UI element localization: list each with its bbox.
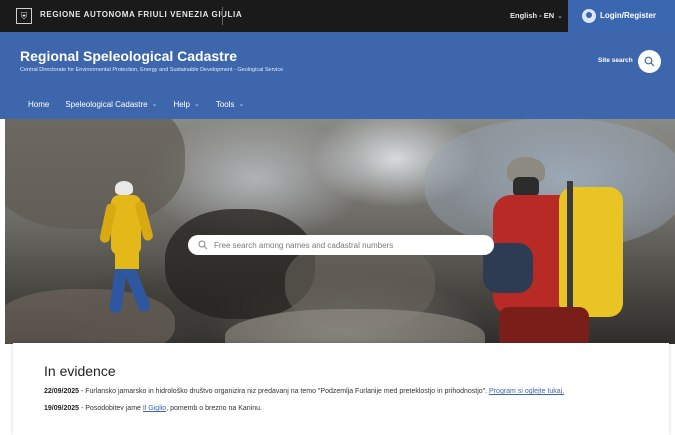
login-label: Login/Register — [600, 11, 657, 20]
news-link[interactable]: Program si oglejte tukaj. — [489, 388, 564, 395]
user-icon — [582, 9, 596, 23]
chevron-down-icon: ⌄ — [557, 13, 564, 20]
language-selector[interactable]: English - EN ⌄ — [510, 11, 563, 20]
news-link[interactable]: Il Giglio — [143, 405, 166, 412]
chevron-down-icon: ⌄ — [238, 101, 245, 108]
site-title[interactable]: Regional Speleological Cadastre — [20, 48, 237, 64]
chevron-down-icon: ⌄ — [151, 101, 158, 108]
login-register-button[interactable]: Login/Register — [568, 0, 675, 32]
hero-cave-image — [5, 119, 675, 344]
caver-figure-left — [98, 181, 165, 331]
hero-search-input[interactable] — [214, 235, 484, 255]
nav-label: Tools — [215, 99, 235, 109]
chevron-down-icon: ⌄ — [193, 101, 200, 108]
news-date: 19/09/2025 — [44, 405, 80, 412]
site-subtitle: Central Directorate for Environmental Pr… — [20, 67, 284, 73]
news-item: 19/09/2025 - Posodobitev jame Il Giglio,… — [44, 405, 262, 412]
news-text: - Furlansko jamarsko in hidrološko društ… — [79, 388, 490, 395]
language-label: English - EN — [510, 11, 555, 20]
nav-label: Help — [173, 99, 190, 109]
nav-label: Speleological Cadastre — [65, 99, 148, 109]
nav-item-home[interactable]: Home — [28, 98, 49, 110]
divider — [222, 7, 223, 25]
section-title: In evidence — [44, 363, 116, 379]
news-text: - Posodobitev jame — [79, 405, 143, 412]
top-bar: ⛨ REGIONE AUTONOMA FRIULI VENEZIA GIULIA… — [0, 0, 675, 32]
caver-figure-right — [483, 157, 665, 344]
main-nav: Home Speleological Cadastre ⌄ Help ⌄ Tools… — [28, 98, 260, 110]
news-text-after: , pomemb o brezno na Kaninu. — [166, 405, 262, 412]
nav-item-tools[interactable]: Tools ⌄ — [216, 98, 245, 110]
in-evidence-card: In evidence 22/09/2025 - Furlansko jamar… — [13, 343, 669, 435]
nav-item-help[interactable]: Help ⌄ — [174, 98, 200, 110]
search-icon — [198, 240, 208, 250]
news-date: 22/09/2025 — [44, 388, 80, 395]
hero-search-bar[interactable] — [188, 235, 494, 255]
region-crest-icon[interactable]: ⛨ — [16, 8, 32, 24]
nav-label: Home — [28, 99, 50, 109]
site-search-button[interactable] — [638, 50, 661, 73]
search-icon — [644, 56, 655, 67]
news-item: 22/09/2025 - Furlansko jamarsko in hidro… — [44, 388, 564, 395]
site-header: Regional Speleological Cadastre Central … — [0, 32, 675, 119]
region-name[interactable]: REGIONE AUTONOMA FRIULI VENEZIA GIULIA — [40, 10, 242, 19]
nav-item-speleological-cadastre[interactable]: Speleological Cadastre ⌄ — [65, 98, 157, 110]
site-search-label[interactable]: Site search — [598, 57, 633, 64]
